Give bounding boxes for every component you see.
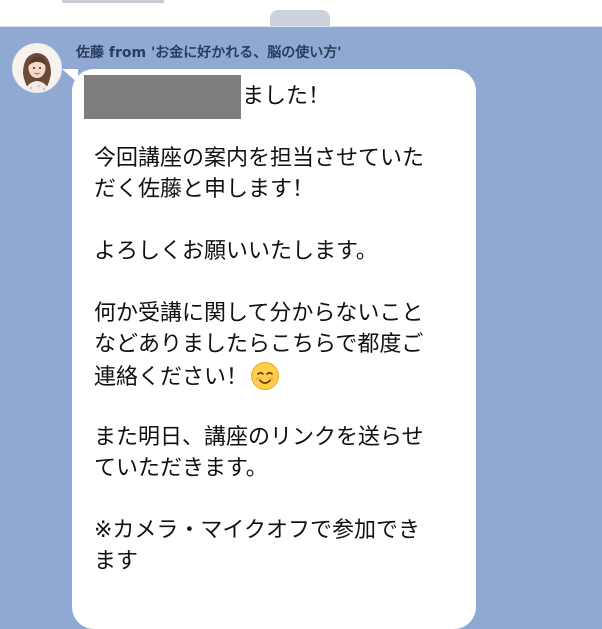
sender-name: 佐藤 from 'お金に好かれる、脳の使い方' <box>76 45 342 61</box>
message-line: 連絡ください！ <box>94 365 249 390</box>
message-line: また明日、講座のリンクを送らせ <box>94 425 424 450</box>
message-line-with-emoji: 連絡ください！ <box>94 361 280 393</box>
message-line: 今回講座の案内を担当させていた <box>94 146 425 171</box>
top-bar-underline <box>62 0 164 3</box>
message-line: だく佐藤と申します！ <box>94 177 315 202</box>
message-line: 何か受講に関して分からないこと <box>94 301 424 326</box>
redacted-text-block <box>84 75 241 119</box>
message-bubble[interactable]: ました！ 今回講座の案内を担当させていた だく佐藤と申します！ よろしくお願いい… <box>72 69 476 629</box>
top-bar <box>0 0 602 27</box>
message-line: ※カメラ・マイクオフで参加でき <box>94 518 420 543</box>
message-line: ていただきます。 <box>94 456 268 481</box>
message-line: ます <box>94 549 139 574</box>
top-bar-pill <box>270 10 330 26</box>
sender-avatar[interactable] <box>12 43 62 93</box>
avatar-portrait-icon <box>13 44 61 92</box>
message-line: よろしくお願いいたします。 <box>94 239 378 264</box>
smiling-face-icon <box>250 361 280 391</box>
chat-area[interactable]: 佐藤 from 'お金に好かれる、脳の使い方' ました！ 今回講座の案内を担当さ… <box>0 27 602 629</box>
message-line: などありましたらこちらで都度ご <box>94 332 424 357</box>
message-line: ました！ <box>242 84 331 109</box>
